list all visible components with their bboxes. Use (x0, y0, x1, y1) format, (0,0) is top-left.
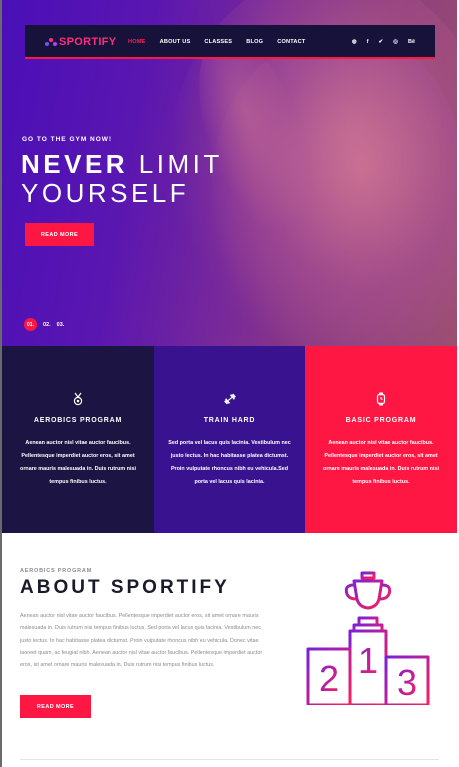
nav-item-classes[interactable]: CLASSES (204, 39, 232, 45)
logo-dots-icon (45, 36, 57, 48)
feature-title: TRAIN HARD (203, 417, 256, 424)
hero-read-more-button[interactable]: READ MORE (25, 223, 94, 246)
hero-subtitle: GO TO THE GYM NOW! (22, 136, 113, 143)
feature-description: Aenean auctor nisl vitae auctor faucibus… (323, 440, 439, 485)
logo-text: SPORTIFY (59, 36, 117, 48)
nav-item-blog[interactable]: BLOG (246, 39, 263, 45)
hero-headline-bold: NEVER (21, 149, 129, 179)
feature-title: BASIC PROGRAM (345, 417, 417, 424)
section-divider (20, 759, 439, 760)
feature-card-train-hard[interactable]: TRAIN HARD Sed porta vel lacus quis laci… (154, 346, 305, 533)
feature-description: Aenean auctor nisl vitae auctor faucibus… (20, 440, 136, 485)
main-menu: HOME ABOUT US CLASSES BLOG CONTACT (128, 25, 320, 59)
podium-place-2: 2 (319, 658, 339, 699)
nav-item-home[interactable]: HOME (128, 39, 146, 45)
behance-icon[interactable]: Bē (408, 39, 415, 45)
about-title: ABOUT SPORTIFY (20, 577, 230, 598)
pinterest-icon[interactable]: ◎ (393, 39, 398, 45)
about-body-text: Aenean auctor nisl vitae auctor faucibus… (20, 613, 263, 669)
hero-headline-line2: YOURSELF (21, 178, 190, 208)
podium-place-1: 1 (358, 640, 378, 681)
hero-headline-line1: NEVER LIMIT (21, 150, 223, 178)
slider-pagination: 01. 02. 03. (24, 318, 64, 331)
features-row: AEROBICS PROGRAM Aenean auctor nisl vita… (2, 346, 457, 533)
medal-icon (73, 392, 83, 406)
dumbbell-icon (223, 393, 236, 405)
about-section: AEROBICS PROGRAM ABOUT SPORTIFY Aenean a… (2, 533, 457, 767)
nav-item-about-us[interactable]: ABOUT US (160, 39, 191, 45)
logo[interactable]: SPORTIFY (45, 34, 116, 50)
facebook-icon[interactable]: f (367, 39, 369, 45)
dribbble-icon[interactable]: ◍ (352, 39, 357, 45)
smartwatch-icon (376, 392, 386, 406)
feature-card-basic[interactable]: BASIC PROGRAM Aenean auctor nisl vitae a… (305, 346, 457, 533)
feature-title: AEROBICS PROGRAM (33, 417, 123, 424)
slide-dot-3[interactable]: 03. (57, 322, 65, 328)
slide-dot-2[interactable]: 02. (43, 322, 51, 328)
hero-headline-rest: LIMIT (128, 149, 223, 179)
feature-card-aerobics[interactable]: AEROBICS PROGRAM Aenean auctor nisl vita… (2, 346, 154, 533)
slide-dot-1[interactable]: 01. (24, 318, 37, 331)
about-read-more-button[interactable]: READ MORE (20, 695, 91, 718)
podium-place-3: 3 (397, 662, 417, 703)
social-links: ◍ f ✔ ◎ Bē (342, 25, 415, 59)
twitter-icon[interactable]: ✔ (379, 39, 384, 45)
top-navbar: SPORTIFY HOME ABOUT US CLASSES BLOG CONT… (25, 25, 435, 59)
feature-description: Sed porta vel lacus quis lacinia. Vestib… (168, 440, 291, 485)
about-kicker: AEROBICS PROGRAM (20, 568, 93, 574)
trophy-podium-icon: 2 1 3 (306, 571, 430, 705)
nav-item-contact[interactable]: CONTACT (277, 39, 305, 45)
